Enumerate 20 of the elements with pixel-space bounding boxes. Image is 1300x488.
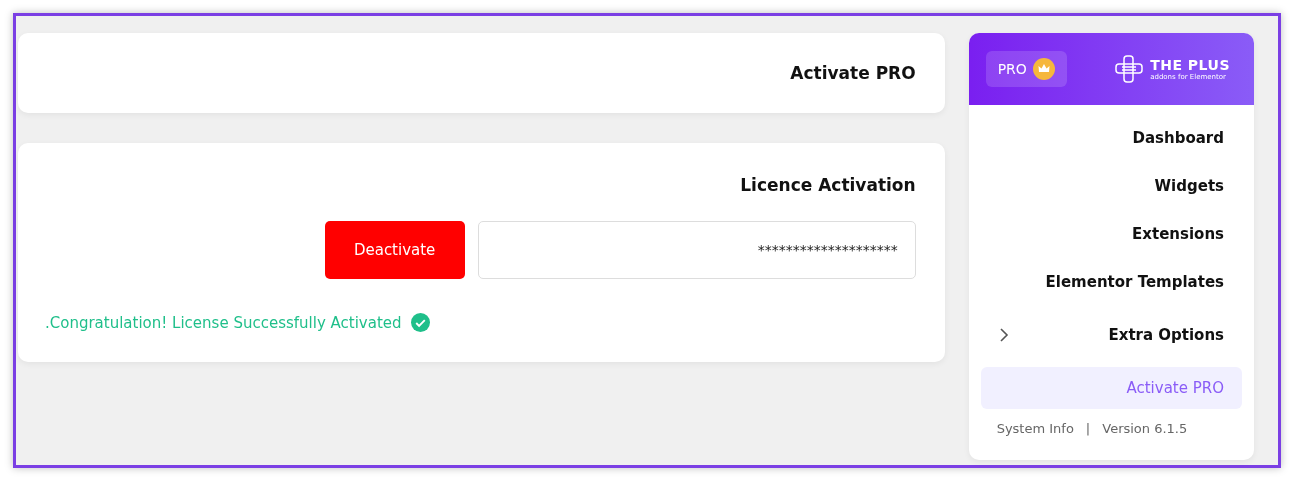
menu-item[interactable]: Extensions	[980, 213, 1242, 255]
menu-item[interactable]: Widgets	[980, 165, 1242, 207]
page-title: Activate PRO	[790, 63, 916, 83]
card-title: Licence Activation	[740, 175, 916, 195]
crown-icon	[1032, 58, 1055, 80]
plus-logo-icon	[1114, 54, 1145, 84]
check-circle-icon	[410, 313, 430, 332]
menu-item[interactable]: Dashboard	[980, 117, 1242, 159]
menu-item[interactable]: Extra Options	[980, 309, 1242, 361]
separator: |	[1085, 421, 1091, 436]
chevron-right-icon	[998, 327, 1009, 343]
pro-badge: PRO	[985, 51, 1067, 87]
logo-name: THE PLUS	[1150, 57, 1230, 73]
success-message: .Congratulation! License Successfully Activated	[45, 313, 402, 332]
system-info-link[interactable]: System Info	[996, 421, 1074, 436]
licence-key-field[interactable]: ********************	[477, 221, 916, 279]
version-text: Version 6.1.5	[1102, 421, 1188, 436]
menu-item[interactable]: Activate PRO	[980, 367, 1242, 409]
menu-item[interactable]: Elementor Templates	[980, 261, 1242, 303]
deactivate-button[interactable]: Deactivate	[324, 221, 465, 279]
